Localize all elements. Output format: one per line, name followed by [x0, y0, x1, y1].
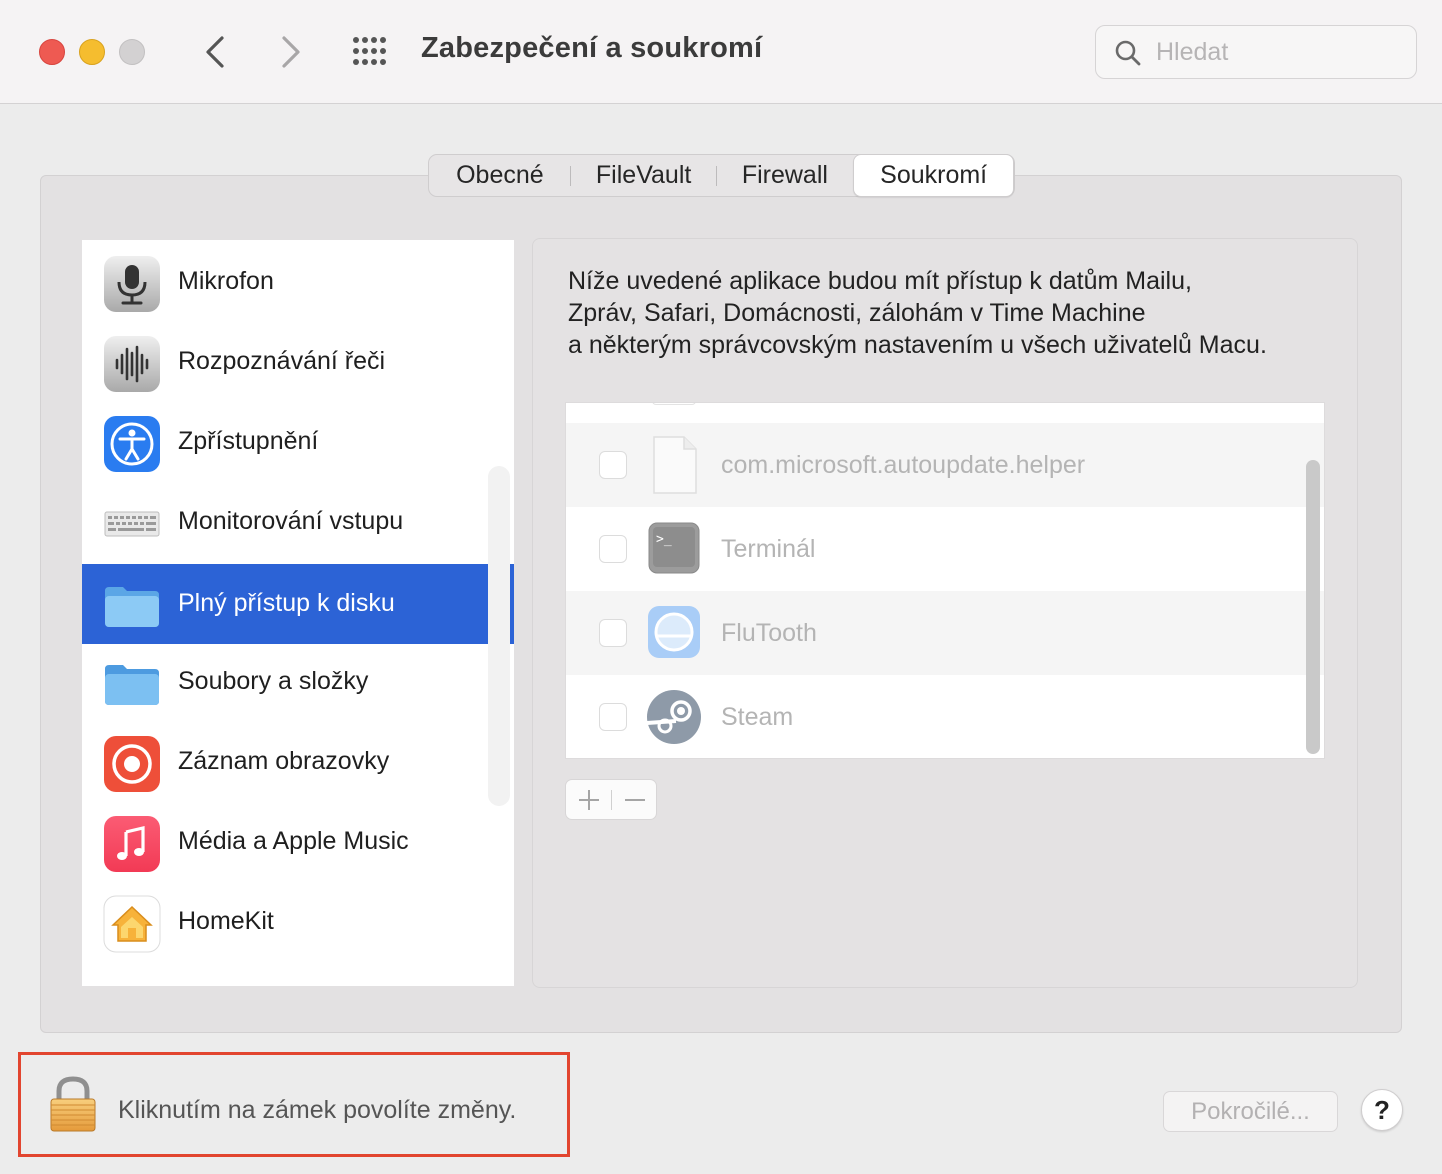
app-checkbox[interactable]: [599, 619, 627, 647]
sidebar-item-rozpoznavani-reci[interactable]: Rozpoznávání řeči: [82, 322, 514, 402]
app-checkbox[interactable]: [599, 451, 627, 479]
app-name: FluTooth: [721, 619, 817, 647]
minus-icon: [624, 798, 645, 801]
lock-hint-text[interactable]: Kliknutím na zámek povolíte změny.: [118, 1096, 516, 1125]
search-icon: [1115, 40, 1141, 66]
sidebar-item-monitorovani-vstupu[interactable]: Monitorování vstupu: [82, 482, 514, 562]
sidebar-item-zaznam-obrazovky[interactable]: Záznam obrazovky: [82, 722, 514, 802]
microphone-icon: [104, 256, 160, 312]
sidebar-item-homekit[interactable]: HomeKit: [82, 882, 514, 962]
description-text: Níže uvedené aplikace budou mít přístup …: [568, 265, 1348, 361]
svg-text:>_: >_: [656, 532, 672, 547]
flutooth-icon: [648, 606, 700, 658]
search-field[interactable]: [1095, 25, 1417, 79]
accessibility-icon: [104, 416, 160, 472]
app-name: com.microsoft.autoupdate.helper: [721, 451, 1086, 479]
music-icon: [104, 816, 160, 872]
tab-obecne[interactable]: Obecné: [429, 155, 571, 196]
title-bar: Zabezpečení a soukromí: [0, 0, 1442, 104]
advanced-button[interactable]: Pokročilé...: [1163, 1091, 1338, 1132]
app-checkbox[interactable]: [599, 535, 627, 563]
privacy-category-list: Mikrofon Rozpoznávání řeči Zpřístupnění …: [82, 240, 514, 986]
close-window-button[interactable]: [39, 39, 65, 65]
help-button[interactable]: ?: [1361, 1089, 1403, 1131]
app-icon: [652, 403, 696, 405]
screen-recording-icon: [104, 736, 160, 792]
description-line: a některým správcovským nastavením u vše…: [568, 331, 1267, 359]
sidebar-item-label: Plný přístup k disku: [178, 589, 395, 617]
description-line: Zpráv, Safari, Domácnosti, zálohám v Tim…: [568, 299, 1146, 327]
sidebar-item-label: Zpřístupnění: [178, 427, 319, 455]
app-name: Terminál: [721, 535, 816, 563]
homekit-icon: [103, 895, 161, 953]
speech-recognition-icon: [104, 336, 160, 392]
remove-app-button[interactable]: [612, 780, 657, 819]
tab-soukromi[interactable]: Soukromí: [853, 154, 1014, 197]
sidebar-scrollbar[interactable]: [488, 466, 510, 806]
sidebar-item-zpristupneni[interactable]: Zpřístupnění: [82, 402, 514, 482]
table-row[interactable]: Steam: [566, 675, 1324, 758]
sidebar-item-label: HomeKit: [178, 907, 274, 935]
folder-icon: [105, 587, 159, 627]
minimize-window-button[interactable]: [79, 39, 105, 65]
folder-icon: [105, 665, 159, 705]
sidebar-item-label: Mikrofon: [178, 267, 274, 295]
back-button[interactable]: [196, 30, 236, 74]
sidebar-item-label: Rozpoznávání řeči: [178, 347, 386, 375]
show-all-button[interactable]: [352, 36, 392, 68]
app-name: Steam: [721, 703, 794, 731]
lock-icon[interactable]: [48, 1075, 98, 1133]
description-line: Níže uvedené aplikace budou mít přístup …: [568, 267, 1192, 295]
zoom-window-button[interactable]: [119, 39, 145, 65]
steam-icon: [646, 690, 701, 744]
folder-icon: [103, 975, 161, 986]
tab-bar: Obecné FileVault Firewall Soukromí: [428, 154, 1015, 197]
sidebar-item-media-a-apple-music[interactable]: Média a Apple Music: [82, 802, 514, 882]
sidebar-item-label: Záznam obrazovky: [178, 747, 390, 775]
sidebar-item-label: Média a Apple Music: [178, 827, 409, 855]
grid-icon: [353, 37, 386, 65]
sidebar-item-partial[interactable]: [82, 962, 514, 986]
sidebar-item-mikrofon[interactable]: Mikrofon: [82, 242, 514, 322]
plus-icon: [578, 789, 599, 810]
chevron-right-icon: [282, 36, 300, 68]
sidebar-item-plny-pristup-k-disku[interactable]: Plný přístup k disku: [82, 564, 514, 644]
sidebar-item-label: Soubory a složky: [178, 667, 369, 695]
sidebar-item-soubory-a-slozky[interactable]: Soubory a složky: [82, 642, 514, 722]
app-checkbox[interactable]: [599, 703, 627, 731]
document-icon: [653, 436, 697, 494]
terminal-icon: >_: [648, 522, 700, 574]
window-title: Zabezpečení a soukromí: [421, 32, 763, 64]
table-row[interactable]: com.microsoft.autoupdate.helper: [566, 423, 1324, 507]
table-row[interactable]: >_ Terminál: [566, 507, 1324, 591]
keyboard-icon: [104, 511, 160, 537]
app-list-scrollbar[interactable]: [1306, 460, 1320, 754]
forward-button[interactable]: [270, 30, 310, 74]
sidebar-item-label: Monitorování vstupu: [178, 507, 404, 535]
search-input[interactable]: [1156, 35, 1396, 69]
chevron-left-icon: [206, 36, 224, 68]
add-remove-control: [565, 779, 657, 820]
add-app-button[interactable]: [566, 780, 611, 819]
table-row[interactable]: FluTooth: [566, 591, 1324, 675]
tab-filevault[interactable]: FileVault: [571, 155, 717, 196]
app-list: com.microsoft.autoupdate.helper >_ Termi…: [565, 402, 1325, 759]
table-row: [566, 403, 1324, 423]
preferences-window: Zabezpečení a soukromí Obecné FileVault …: [0, 0, 1442, 1174]
tab-firewall[interactable]: Firewall: [717, 155, 854, 196]
